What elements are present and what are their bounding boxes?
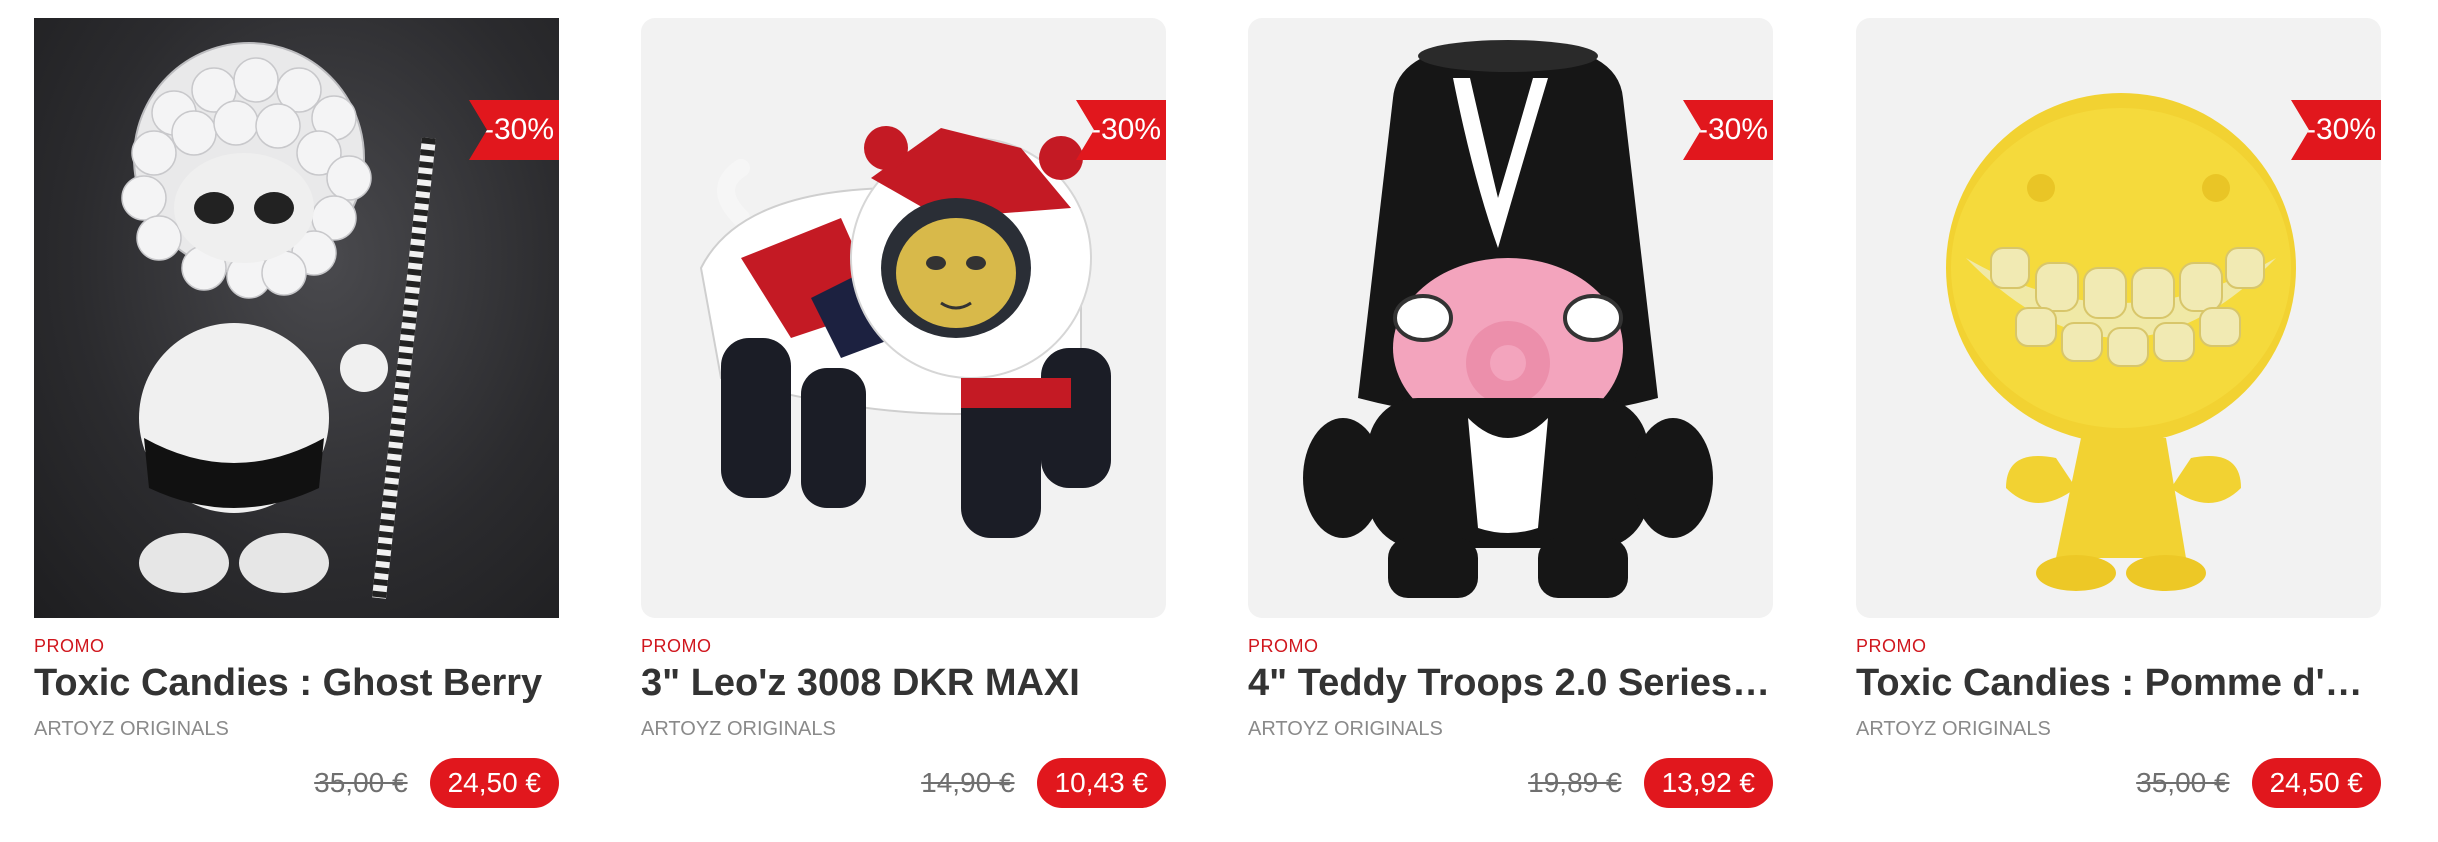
product-title[interactable]: Toxic Candies : Pomme d'A... xyxy=(1856,662,2381,705)
sale-price: 24,50 € xyxy=(2251,758,2381,808)
sale-price: 24,50 € xyxy=(429,758,559,808)
price-block: 35,00 € 24,50 € xyxy=(314,758,559,808)
old-price: 19,89 € xyxy=(1528,767,1622,798)
product-image-leoz-3008[interactable]: -30% xyxy=(641,18,1166,618)
product-card[interactable]: -30% PROMO 3" Leo'z 3008 DKR MAXI ARTOYZ… xyxy=(641,18,1166,818)
promo-label: PROMO xyxy=(1248,636,1319,656)
product-brand[interactable]: ARTOYZ ORIGINALS xyxy=(34,718,229,741)
sale-price: 13,92 € xyxy=(1643,758,1773,808)
product-image-teddy-troops[interactable]: -30% xyxy=(1248,18,1773,618)
price-block: 14,90 € 10,43 € xyxy=(921,758,1166,808)
product-brand[interactable]: ARTOYZ ORIGINALS xyxy=(1248,718,1443,741)
old-price: 35,00 € xyxy=(314,767,408,798)
product-title[interactable]: Toxic Candies : Ghost Berry xyxy=(34,662,559,705)
product-brand[interactable]: ARTOYZ ORIGINALS xyxy=(1856,718,2051,741)
price-block: 35,00 € 24,50 € xyxy=(2136,758,2381,808)
promo-label: PROMO xyxy=(1856,636,1927,656)
product-card[interactable]: -30% PROMO Toxic Candies : Pomme d'A... … xyxy=(1856,18,2381,818)
promo-label: PROMO xyxy=(641,636,712,656)
sale-price: 10,43 € xyxy=(1036,758,1166,808)
product-card[interactable]: -30% PROMO 4" Teddy Troops 2.0 Series 0.… xyxy=(1248,18,1773,818)
product-title[interactable]: 4" Teddy Troops 2.0 Series 0... xyxy=(1248,662,1773,705)
promo-label: PROMO xyxy=(34,636,105,656)
product-title[interactable]: 3" Leo'z 3008 DKR MAXI xyxy=(641,662,1166,705)
product-image-ghost-berry[interactable]: -30% xyxy=(34,18,559,618)
product-grid: -30% PROMO Toxic Candies : Ghost Berry A… xyxy=(0,0,2438,842)
old-price: 14,90 € xyxy=(921,767,1015,798)
product-brand[interactable]: ARTOYZ ORIGINALS xyxy=(641,718,836,741)
product-card[interactable]: -30% PROMO Toxic Candies : Ghost Berry A… xyxy=(34,18,559,818)
price-block: 19,89 € 13,92 € xyxy=(1528,758,1773,808)
old-price: 35,00 € xyxy=(2136,767,2230,798)
product-image-pomme[interactable]: -30% xyxy=(1856,18,2381,618)
